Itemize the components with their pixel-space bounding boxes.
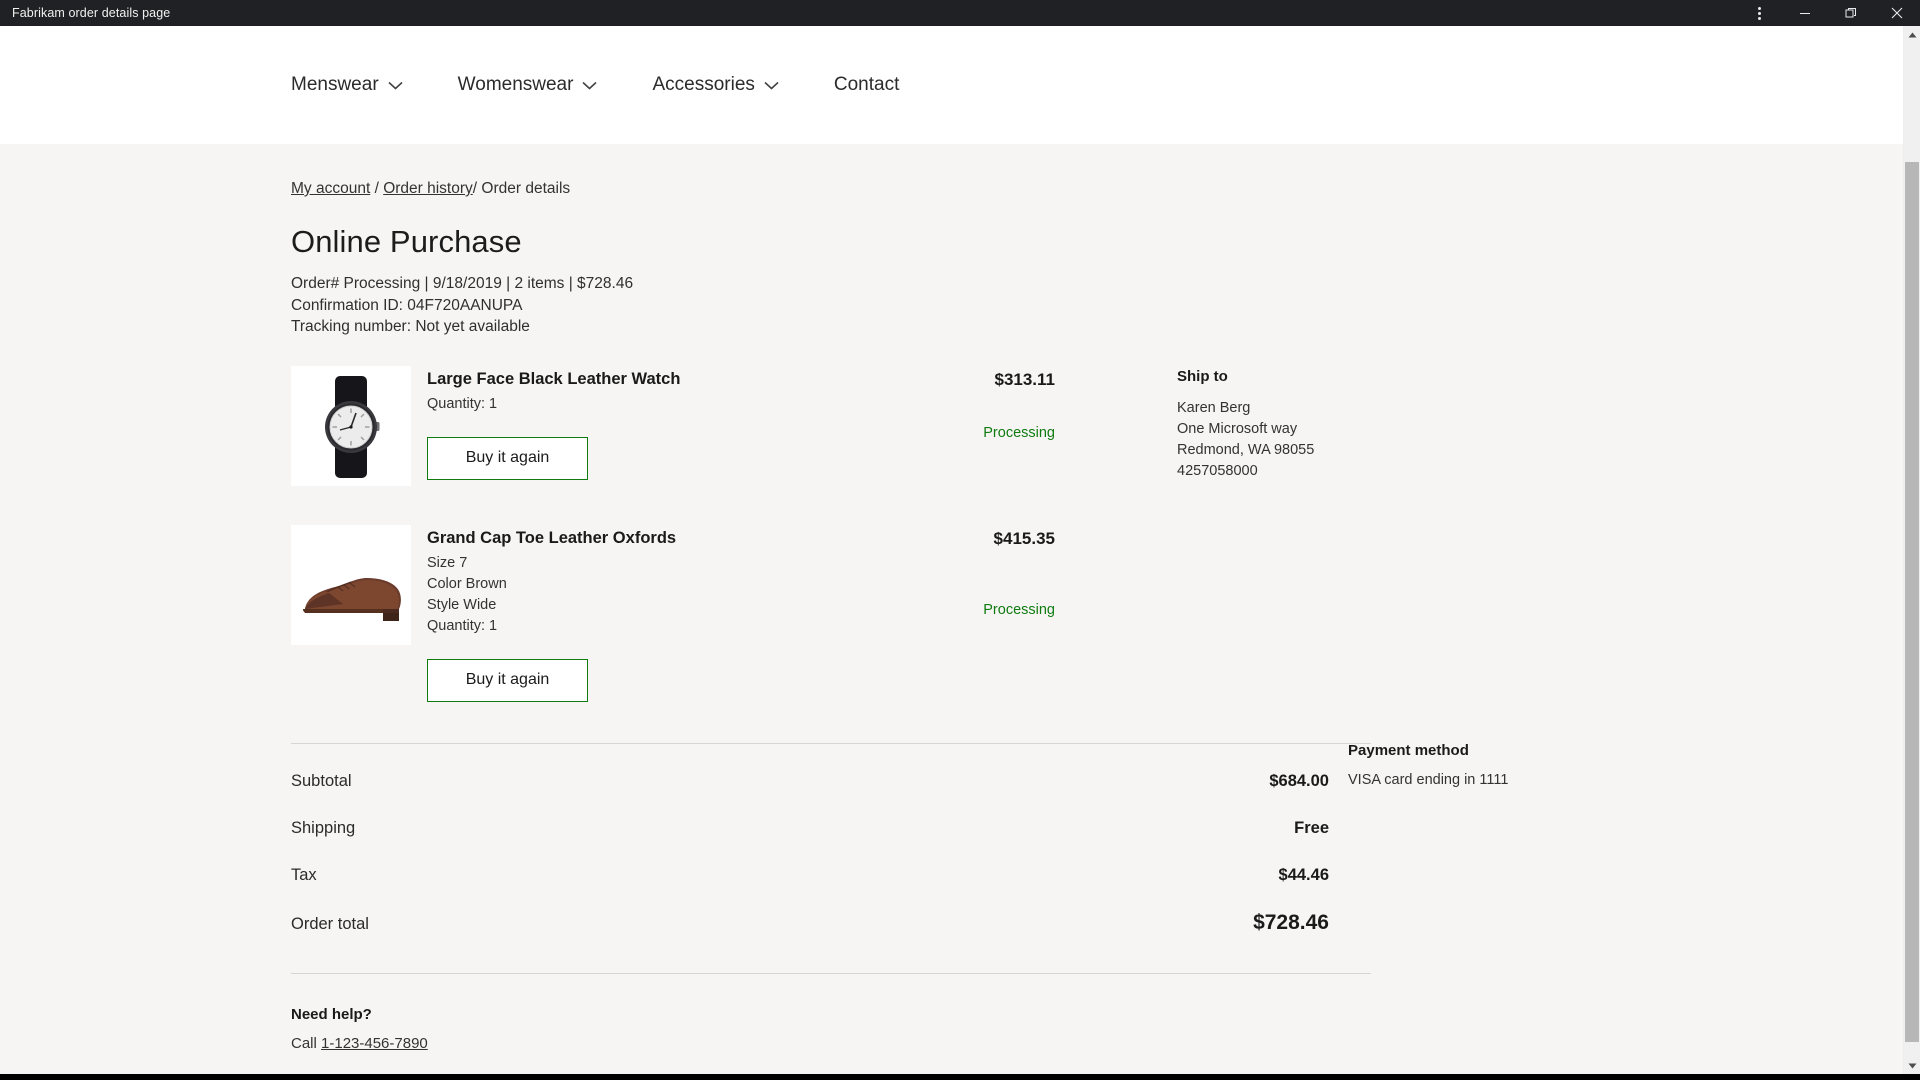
chevron-down-icon	[582, 74, 598, 96]
page-title: Online Purchase	[291, 224, 522, 259]
ship-to-block: Ship to Karen Berg One Microsoft way Red…	[1071, 366, 1611, 482]
totals-and-payment: Subtotal $684.00 Shipping Free Tax $44.4…	[291, 742, 1611, 935]
caret-up-icon	[1908, 32, 1916, 37]
product-info: Grand Cap Toe Leather Oxfords Size 7 Col…	[411, 525, 841, 702]
support-phone-link[interactable]: 1-123-456-7890	[321, 1035, 428, 1052]
product-name: Large Face Black Leather Watch	[427, 369, 681, 388]
restore-button[interactable]	[1828, 0, 1874, 26]
chevron-down-icon	[388, 74, 403, 96]
scroll-up-button[interactable]	[1904, 26, 1920, 43]
content-container: My account / Order history/ Order detail…	[291, 144, 1611, 1052]
buy-it-again-button[interactable]: Buy it again	[427, 436, 588, 480]
product-price: $313.11	[994, 369, 1055, 389]
product-status-badge: Processing	[983, 601, 1055, 618]
order-confirmation-id: Confirmation ID: 04F720AANUPA	[291, 296, 523, 314]
watch-image	[291, 365, 411, 486]
site-header: Menswear Womenswear Accessories Contact	[0, 26, 1903, 144]
order-meta: Order# Processing | 9/18/2019 | 2 items …	[291, 273, 1611, 338]
order-items-list: Large Face Black Leather Watch Quantity:…	[291, 365, 1611, 714]
order-item: Large Face Black Leather Watch Quantity:…	[291, 365, 1611, 498]
need-help-line: Call 1-123-456-7890	[291, 1035, 1611, 1052]
breadcrumb-link-order-history[interactable]: Order history	[383, 180, 473, 197]
product-price: $415.35	[993, 528, 1055, 548]
nav-item-label: Accessories	[652, 74, 755, 95]
totals-row-shipping: Shipping Free	[291, 791, 1371, 838]
window-title: Fabrikam order details page	[12, 6, 171, 20]
order-total-value: $728.46	[1253, 910, 1329, 934]
help-divider	[291, 972, 1371, 974]
minimize-button[interactable]	[1782, 0, 1828, 26]
title-bar: Fabrikam order details page	[0, 0, 1920, 26]
call-prefix: Call	[291, 1034, 322, 1052]
totals-row-tax: Tax $44.46	[291, 838, 1371, 885]
nav-item-label: Womenswear	[457, 74, 574, 95]
product-attributes: Size 7 Color Brown Style Wide Quantity: …	[427, 554, 507, 634]
totals-value: $44.46	[1278, 865, 1329, 884]
totals-row-order-total: Order total $728.46	[291, 885, 1371, 935]
totals-value: Free	[1294, 818, 1329, 837]
page-body: My account / Order history/ Order detail…	[0, 144, 1903, 1074]
breadcrumb-separator: /	[370, 180, 384, 197]
product-status-badge: Processing	[983, 424, 1055, 441]
window-controls	[1736, 0, 1920, 26]
product-attributes: Quantity: 1	[427, 395, 498, 412]
order-item: Grand Cap Toe Leather Oxfords Size 7 Col…	[291, 524, 1611, 714]
product-name: Grand Cap Toe Leather Oxfords	[427, 528, 677, 547]
nav-item-contact[interactable]: Contact	[834, 68, 899, 102]
product-thumbnail-watch[interactable]	[291, 365, 411, 486]
ship-to-title: Ship to	[1177, 367, 1228, 385]
totals-label: Shipping	[291, 818, 356, 837]
close-icon	[1891, 7, 1903, 19]
need-help-title: Need help?	[291, 1005, 372, 1023]
scrollbar-thumb[interactable]	[1905, 162, 1919, 1042]
product-info: Large Face Black Leather Watch Quantity:…	[411, 366, 841, 480]
order-tracking-number: Tracking number: Not yet available	[291, 318, 530, 335]
ship-to-address: Karen Berg One Microsoft way Redmond, WA…	[1177, 399, 1315, 479]
main-nav: Menswear Womenswear Accessories Contact	[0, 68, 899, 102]
order-summary-line: Order# Processing | 9/18/2019 | 2 items …	[291, 275, 634, 292]
vertical-scrollbar[interactable]	[1903, 26, 1920, 1074]
order-total-label: Order total	[291, 914, 369, 933]
totals-table: Subtotal $684.00 Shipping Free Tax $44.4…	[291, 744, 1371, 935]
totals-row-subtotal: Subtotal $684.00	[291, 744, 1371, 791]
ship-to-spacer	[1071, 525, 1611, 527]
close-button[interactable]	[1874, 0, 1920, 26]
breadcrumb-link-my-account[interactable]: My account	[291, 180, 370, 197]
nav-item-label: Contact	[833, 74, 900, 95]
browser-viewport: Menswear Womenswear Accessories Contact …	[0, 26, 1920, 1080]
minimize-icon	[1800, 13, 1810, 14]
kebab-icon	[1757, 6, 1761, 20]
scroll-down-button[interactable]	[1904, 1057, 1920, 1074]
product-price-column: $415.35 Processing	[841, 525, 1071, 618]
chevron-down-icon	[764, 74, 779, 96]
nav-item-accessories[interactable]: Accessories	[652, 68, 779, 102]
payment-method-title: Payment method	[1348, 741, 1469, 759]
caret-down-icon	[1908, 1063, 1916, 1068]
payment-method-detail: VISA card ending in 1111	[1348, 771, 1509, 788]
breadcrumb-current: Order details	[481, 180, 571, 197]
need-help-block: Need help? Call 1-123-456-7890	[291, 1006, 1611, 1052]
nav-item-label: Menswear	[291, 74, 379, 95]
product-thumbnail-oxfords[interactable]	[291, 524, 411, 645]
product-price-column: $313.11 Processing	[841, 366, 1071, 441]
payment-method-block: Payment method VISA card ending in 1111	[1348, 742, 1668, 788]
page-scroll-region: Menswear Womenswear Accessories Contact …	[0, 26, 1903, 1074]
restore-icon	[1845, 8, 1856, 18]
more-options-button[interactable]	[1736, 0, 1782, 26]
totals-label: Subtotal	[291, 771, 352, 790]
app-window: Fabrikam order details page Menswear Wom…	[0, 0, 1920, 1080]
nav-item-menswear[interactable]: Menswear	[291, 68, 403, 102]
buy-it-again-button[interactable]: Buy it again	[427, 658, 588, 702]
breadcrumb: My account / Order history/ Order detail…	[291, 144, 1611, 198]
totals-label: Tax	[291, 865, 317, 884]
shoe-image	[291, 524, 411, 645]
nav-item-womenswear[interactable]: Womenswear	[458, 68, 598, 102]
